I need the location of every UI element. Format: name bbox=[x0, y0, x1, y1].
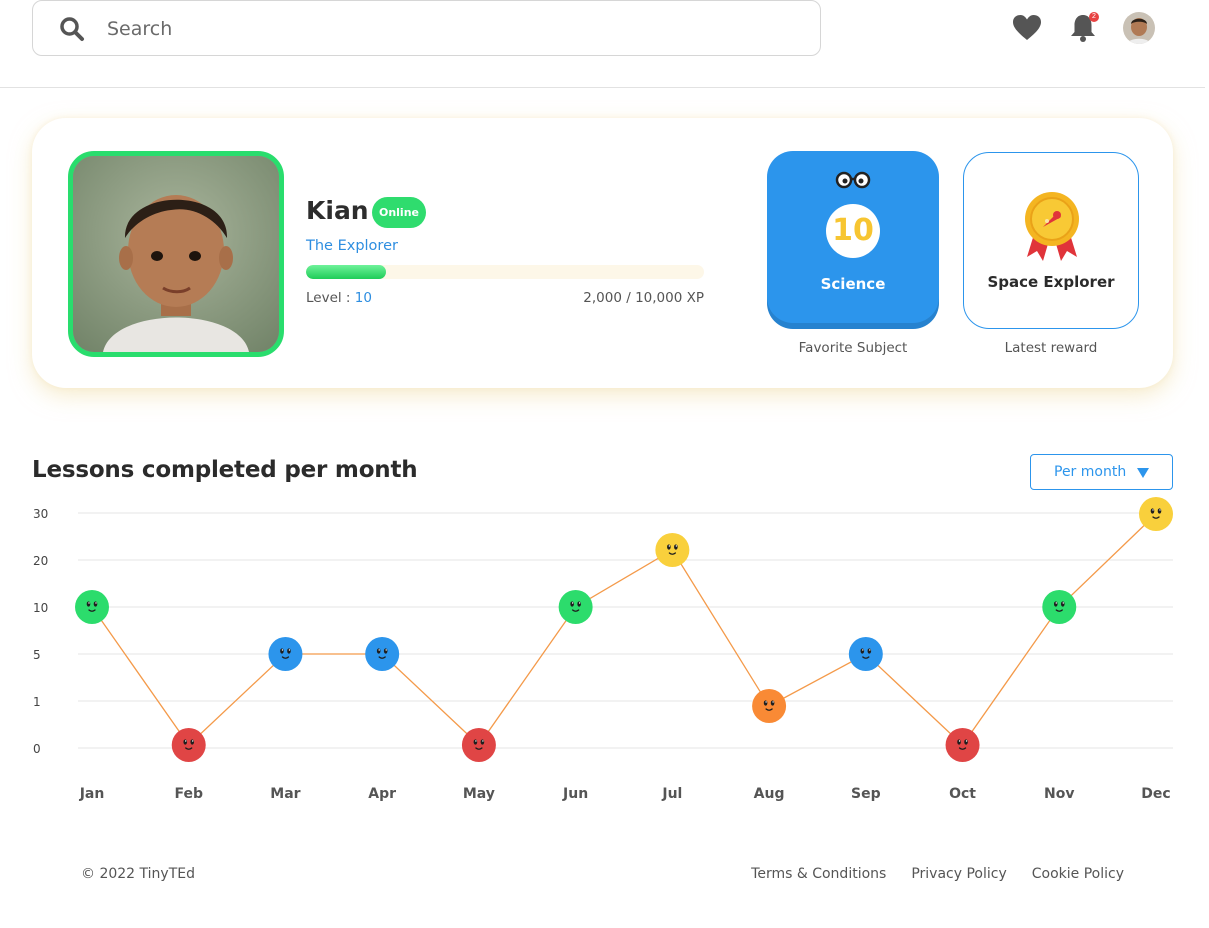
x-tick-label: Dec bbox=[1141, 786, 1170, 802]
xp-progress-bar bbox=[306, 265, 704, 279]
heart-icon[interactable] bbox=[1011, 12, 1043, 44]
level-label: Level : bbox=[306, 290, 355, 306]
reward-name: Space Explorer bbox=[987, 273, 1115, 291]
search-icon[interactable] bbox=[59, 16, 85, 42]
search-bar[interactable] bbox=[32, 0, 821, 56]
data-point[interactable] bbox=[1139, 497, 1173, 531]
x-tick-label: Sep bbox=[851, 786, 881, 802]
avatar-image bbox=[1123, 12, 1155, 44]
latest-reward-caption: Latest reward bbox=[1004, 340, 1098, 356]
search-input[interactable] bbox=[107, 11, 797, 47]
data-point[interactable] bbox=[1042, 590, 1077, 624]
y-tick-label: 5 bbox=[33, 648, 41, 662]
y-tick-label: 1 bbox=[33, 695, 41, 709]
chevron-down-icon bbox=[1137, 468, 1149, 478]
notification-badge: 2 bbox=[1089, 12, 1099, 22]
x-tick-label: Jun bbox=[562, 786, 588, 802]
data-point[interactable] bbox=[268, 637, 303, 671]
level-value: 10 bbox=[354, 290, 372, 306]
data-point[interactable] bbox=[365, 637, 400, 671]
data-point[interactable] bbox=[558, 590, 593, 624]
status-badge: Online bbox=[372, 197, 426, 228]
chart-title: Lessons completed per month bbox=[32, 457, 418, 483]
x-tick-label: Oct bbox=[949, 786, 976, 802]
profile-photo bbox=[68, 151, 284, 357]
data-point[interactable] bbox=[655, 533, 690, 567]
latest-reward-tile[interactable]: Space Explorer bbox=[963, 152, 1139, 329]
cookie-link[interactable]: Cookie Policy bbox=[1032, 866, 1124, 882]
x-tick-label: Apr bbox=[368, 786, 396, 802]
xp-progress-fill bbox=[306, 265, 386, 279]
x-tick-label: Jan bbox=[79, 786, 105, 802]
x-tick-label: May bbox=[463, 786, 495, 802]
xp-text: 2,000 / 10,000 XP bbox=[583, 290, 704, 306]
subject-count: 10 bbox=[826, 204, 880, 258]
y-tick-label: 10 bbox=[33, 601, 48, 615]
glasses-icon bbox=[835, 171, 871, 189]
favorite-subject-tile[interactable]: 10 Science bbox=[767, 151, 939, 329]
favorite-subject-caption: Favorite Subject bbox=[798, 340, 908, 356]
level-row: Level : 10 bbox=[306, 290, 372, 306]
period-select-label: Per month bbox=[1054, 464, 1127, 480]
subject-name: Science bbox=[820, 275, 886, 293]
profile-card: Kian Online The Explorer Level : 10 2,00… bbox=[32, 118, 1173, 388]
x-tick-label: Jul bbox=[661, 786, 682, 802]
data-point[interactable] bbox=[75, 590, 109, 624]
user-title: The Explorer bbox=[306, 238, 398, 254]
terms-link[interactable]: Terms & Conditions bbox=[751, 866, 886, 882]
y-tick-label: 20 bbox=[33, 554, 48, 568]
footer-links: Terms & Conditions Privacy Policy Cookie… bbox=[751, 866, 1124, 882]
y-tick-label: 0 bbox=[33, 742, 41, 756]
data-point[interactable] bbox=[848, 637, 883, 671]
data-point[interactable] bbox=[171, 728, 206, 762]
privacy-link[interactable]: Privacy Policy bbox=[911, 866, 1006, 882]
x-tick-label: Feb bbox=[174, 786, 203, 802]
x-tick-label: Aug bbox=[754, 786, 785, 802]
x-tick-label: Nov bbox=[1044, 786, 1074, 802]
user-name: Kian bbox=[306, 196, 369, 225]
y-tick-label: 30 bbox=[33, 507, 48, 521]
series-line bbox=[91, 513, 1157, 746]
lessons-line-chart: 302010510Jan Feb Mar Apr May Jun Jul Aug Sep Oct N… bbox=[33, 497, 1173, 802]
data-point[interactable] bbox=[752, 689, 787, 723]
period-select[interactable]: Per month bbox=[1030, 454, 1173, 490]
avatar[interactable] bbox=[1123, 12, 1155, 44]
x-tick-label: Mar bbox=[270, 786, 300, 802]
data-point[interactable] bbox=[461, 728, 496, 762]
footer-copyright: © 2022 TinyTEd bbox=[81, 866, 195, 882]
header-divider bbox=[0, 87, 1205, 88]
data-point[interactable] bbox=[945, 728, 980, 762]
medal-icon bbox=[1025, 192, 1079, 261]
